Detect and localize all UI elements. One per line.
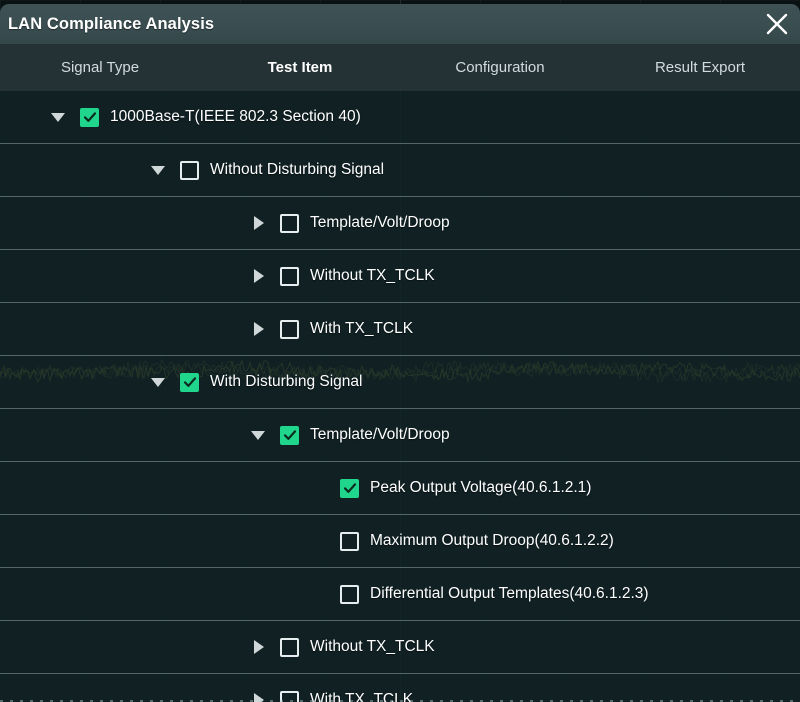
tab-test-item[interactable]: Test Item [200,44,400,91]
checkbox-checked[interactable] [80,107,99,127]
checkbox-unchecked[interactable] [180,160,199,180]
checkbox-checked[interactable] [280,425,299,445]
tab-bar: Signal Type Test Item Configuration Result … [0,44,800,91]
tree-row-label: Template/Volt/Droop [310,426,450,443]
chevron-right-icon[interactable] [247,318,269,340]
chevron-right-icon[interactable] [247,265,269,287]
checkbox-unchecked[interactable] [280,637,299,657]
checkbox-unchecked[interactable] [280,213,299,233]
tree-row[interactable]: Differential Output Templates(40.6.1.2.3… [0,568,800,621]
lan-compliance-dialog: LAN Compliance Analysis Signal Type Test … [0,4,800,702]
tree-row-label: Without TX_TCLK [310,267,435,284]
tree-row[interactable]: With TX_TCLK [0,303,800,356]
tree-row[interactable]: 1000Base-T(IEEE 802.3 Section 40) [0,91,800,144]
tree-row-label: Peak Output Voltage(40.6.1.2.1) [370,479,592,496]
tree-row-label: Without TX_TCLK [310,638,435,655]
tree-row-label: With TX_TCLK [310,320,414,337]
dialog-titlebar: LAN Compliance Analysis [0,4,800,44]
checkbox-unchecked[interactable] [340,531,359,551]
chevron-down-icon[interactable] [147,371,169,393]
checkbox-unchecked[interactable] [340,584,359,604]
chevron-down-icon[interactable] [147,159,169,181]
tree-row-label: Differential Output Templates(40.6.1.2.3… [370,585,649,602]
tree-row[interactable]: Template/Volt/Droop [0,197,800,250]
tree-row[interactable]: Peak Output Voltage(40.6.1.2.1) [0,462,800,515]
tree-row[interactable]: Without TX_TCLK [0,621,800,674]
chevron-down-icon[interactable] [247,424,269,446]
checkbox-unchecked[interactable] [280,266,299,286]
chevron-right-icon[interactable] [247,212,269,234]
checkbox-checked[interactable] [180,372,199,392]
tree-row[interactable]: Template/Volt/Droop [0,409,800,462]
dialog-title: LAN Compliance Analysis [8,14,215,33]
tree-row-label: Template/Volt/Droop [310,214,450,231]
tree-row-label: Without Disturbing Signal [210,161,385,178]
tree-row[interactable]: Without TX_TCLK [0,250,800,303]
chevron-right-icon[interactable] [247,636,269,658]
tab-result-export[interactable]: Result Export [600,44,800,91]
chevron-down-icon[interactable] [47,106,69,128]
checkbox-unchecked[interactable] [280,319,299,339]
tree-row[interactable]: With TX_TCLK [0,674,800,702]
scope-screen: LAN Compliance Analysis Signal Type Test … [0,0,800,702]
tree-row-label: With Disturbing Signal [210,373,363,390]
tree-row[interactable]: Without Disturbing Signal [0,144,800,197]
test-item-tree: 1000Base-T(IEEE 802.3 Section 40) Without… [0,91,800,702]
tree-row[interactable]: Maximum Output Droop(40.6.1.2.2) [0,515,800,568]
checkbox-checked[interactable] [340,478,359,498]
tab-signal-type[interactable]: Signal Type [0,44,200,91]
tab-configuration[interactable]: Configuration [400,44,600,91]
tree-row-label: 1000Base-T(IEEE 802.3 Section 40) [110,108,361,125]
tree-row-label: Maximum Output Droop(40.6.1.2.2) [370,532,614,549]
tree-row[interactable]: With Disturbing Signal [0,356,800,409]
close-icon[interactable] [762,9,792,39]
